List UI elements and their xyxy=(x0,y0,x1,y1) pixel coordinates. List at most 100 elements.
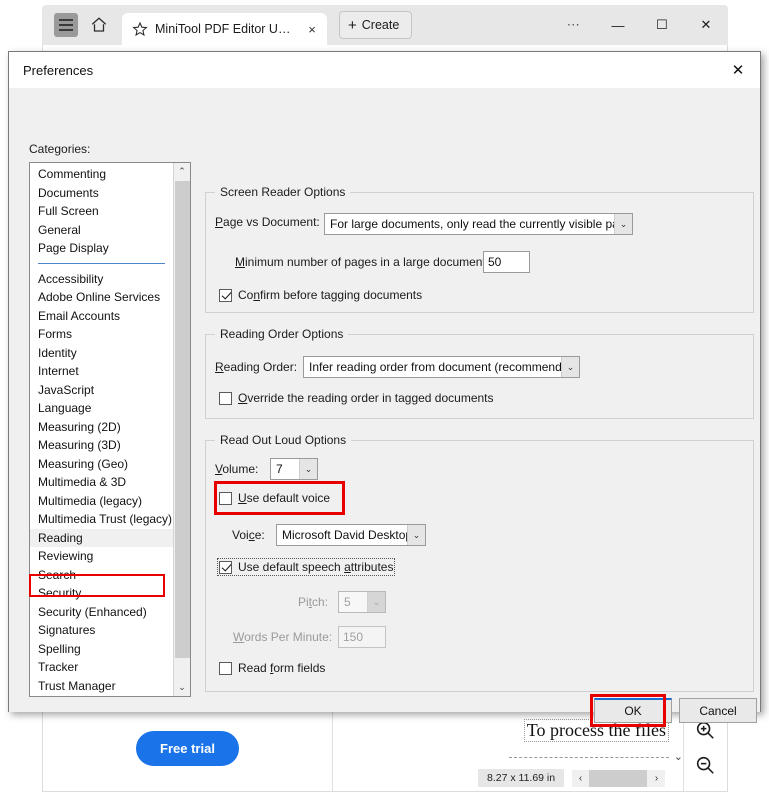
scroll-up-arrow[interactable]: ⌃ xyxy=(174,163,190,180)
horizontal-scroll-thumb[interactable] xyxy=(589,770,647,787)
use-default-speech-label: Use default speech attributes xyxy=(238,560,394,574)
page-vs-document-label: Page vs Document: xyxy=(215,215,320,229)
create-button[interactable]: + Create xyxy=(339,11,413,39)
pitch-row: Pitch: xyxy=(298,595,328,609)
pitch-select[interactable]: 5 ⌄ xyxy=(338,591,386,613)
category-item[interactable]: Commenting xyxy=(30,165,173,184)
scroll-right-arrow[interactable]: › xyxy=(648,773,665,784)
reading-order-row: Reading Order: xyxy=(215,360,297,374)
read-out-loud-options-title: Read Out Loud Options xyxy=(215,433,352,447)
min-pages-input[interactable]: 50 xyxy=(483,251,530,273)
min-pages-label: Minimum number of pages in a large docum… xyxy=(235,255,490,269)
category-item[interactable]: Page Display xyxy=(30,239,173,258)
horizontal-scrollbar[interactable]: ‹ › xyxy=(572,770,665,787)
category-item[interactable]: Measuring (2D) xyxy=(30,418,173,437)
category-item[interactable]: Internet xyxy=(30,362,173,381)
category-item[interactable]: Measuring (3D) xyxy=(30,436,173,455)
categories-scrollbar[interactable]: ⌃ ⌄ xyxy=(173,163,190,696)
category-item[interactable]: Adobe Online Services xyxy=(30,288,173,307)
category-item[interactable]: Search xyxy=(30,566,173,585)
browser-window: MiniTool PDF Editor Use… × + Create ⋯ — … xyxy=(42,5,728,45)
reading-order-select[interactable]: Infer reading order from document (recom… xyxy=(303,356,580,378)
volume-row: Volume: xyxy=(215,462,258,476)
category-item[interactable]: Forms xyxy=(30,325,173,344)
page-vs-document-select[interactable]: For large documents, only read the curre… xyxy=(324,213,633,235)
horizontal-scroll-track[interactable] xyxy=(589,770,648,787)
maximize-button[interactable]: ☐ xyxy=(640,5,684,45)
wpm-row: Words Per Minute: xyxy=(233,630,332,644)
chevron-down-icon: ⌄ xyxy=(614,214,632,234)
category-item-reading[interactable]: Reading xyxy=(30,528,173,547)
read-form-fields-checkbox-row[interactable]: Read form fields xyxy=(219,661,325,675)
categories-scroll-thumb[interactable] xyxy=(175,181,190,658)
categories-divider xyxy=(38,262,165,264)
browser-tab[interactable]: MiniTool PDF Editor Use… × xyxy=(122,13,327,45)
confirm-tagging-checkbox[interactable] xyxy=(219,288,232,302)
use-default-speech-checkbox-row[interactable]: Use default speech attributes xyxy=(216,558,396,576)
category-item[interactable]: Spelling xyxy=(30,640,173,659)
category-item[interactable]: Tracker xyxy=(30,658,173,677)
category-item[interactable]: Trust Manager xyxy=(30,677,173,696)
use-default-voice-label: Use default voice xyxy=(238,491,331,505)
close-icon[interactable]: × xyxy=(305,23,319,36)
categories-group-bottom: Accessibility Adobe Online Services Emai… xyxy=(30,270,173,696)
voice-select[interactable]: Microsoft David Desktop ⌄ xyxy=(276,524,426,546)
page-vs-document-value: For large documents, only read the curre… xyxy=(330,217,614,231)
dialog-close-icon[interactable]: ✕ xyxy=(716,52,760,88)
minimize-button[interactable]: — xyxy=(596,5,640,45)
wpm-label: Words Per Minute: xyxy=(233,630,333,644)
volume-value: 7 xyxy=(276,462,283,476)
scroll-left-arrow[interactable]: ‹ xyxy=(572,773,589,784)
category-item[interactable]: Language xyxy=(30,399,173,418)
home-icon[interactable] xyxy=(86,12,112,38)
scroll-down-arrow[interactable]: ⌄ xyxy=(174,679,190,696)
volume-select[interactable]: 7 ⌄ xyxy=(270,458,318,480)
category-item[interactable]: Measuring (Geo) xyxy=(30,455,173,474)
wpm-input[interactable]: 150 xyxy=(338,626,386,648)
volume-label: Volume: xyxy=(215,462,259,476)
reading-order-label: Reading Order: xyxy=(215,360,298,374)
read-form-fields-label: Read form fields xyxy=(238,661,326,675)
chevron-down-icon: ⌄ xyxy=(299,459,317,479)
browser-toolbar: MiniTool PDF Editor Use… × + Create ⋯ — … xyxy=(42,5,728,45)
zoom-out-icon[interactable] xyxy=(694,754,718,778)
confirm-tagging-label: Confirm before tagging documents xyxy=(238,288,423,302)
category-item[interactable]: Multimedia & 3D xyxy=(30,473,173,492)
hamburger-icon[interactable] xyxy=(54,13,78,37)
more-options-icon[interactable]: ⋯ xyxy=(552,5,596,45)
category-item[interactable]: Documents xyxy=(30,184,173,203)
window-close-button[interactable]: ✕ xyxy=(684,5,728,45)
free-trial-button[interactable]: Free trial xyxy=(136,730,239,766)
read-form-fields-checkbox[interactable] xyxy=(219,661,232,675)
cancel-button[interactable]: Cancel xyxy=(679,698,757,723)
use-default-speech-checkbox[interactable] xyxy=(219,560,232,574)
use-default-voice-checkbox-row[interactable]: Use default voice xyxy=(219,491,330,505)
voice-value: Microsoft David Desktop xyxy=(282,528,407,542)
category-item[interactable]: Email Accounts xyxy=(30,307,173,326)
category-item[interactable]: Multimedia Trust (legacy) xyxy=(30,510,173,529)
pitch-label: Pitch: xyxy=(298,595,329,609)
override-reading-order-checkbox[interactable] xyxy=(219,391,232,405)
category-item[interactable]: JavaScript xyxy=(30,381,173,400)
category-item[interactable]: Security xyxy=(30,584,173,603)
category-item[interactable]: General xyxy=(30,221,173,240)
vertical-scroll-down-arrow[interactable]: ⌄ xyxy=(674,750,683,763)
use-default-voice-checkbox[interactable] xyxy=(219,491,232,505)
category-item[interactable]: Full Screen xyxy=(30,202,173,221)
voice-row: Voice: xyxy=(232,528,265,542)
category-item[interactable]: Accessibility xyxy=(30,270,173,289)
category-item[interactable]: Identity xyxy=(30,344,173,363)
category-item[interactable]: Reviewing xyxy=(30,547,173,566)
screenshot-root: MiniTool PDF Editor Use… × + Create ⋯ — … xyxy=(0,0,769,799)
screen-reader-options-title: Screen Reader Options xyxy=(215,185,351,199)
categories-list[interactable]: Commenting Documents Full Screen General… xyxy=(29,162,191,697)
override-reading-order-checkbox-row[interactable]: Override the reading order in tagged doc… xyxy=(219,391,494,405)
star-icon xyxy=(132,21,148,37)
dialog-body: Categories: Commenting Documents Full Sc… xyxy=(9,88,760,727)
category-item[interactable]: Signatures xyxy=(30,621,173,640)
confirm-tagging-checkbox-row[interactable]: Confirm before tagging documents xyxy=(219,288,422,302)
category-item[interactable]: Security (Enhanced) xyxy=(30,603,173,622)
category-item[interactable]: Multimedia (legacy) xyxy=(30,492,173,511)
ok-button[interactable]: OK xyxy=(594,698,672,723)
page-size-status: 8.27 x 11.69 in xyxy=(478,769,565,787)
